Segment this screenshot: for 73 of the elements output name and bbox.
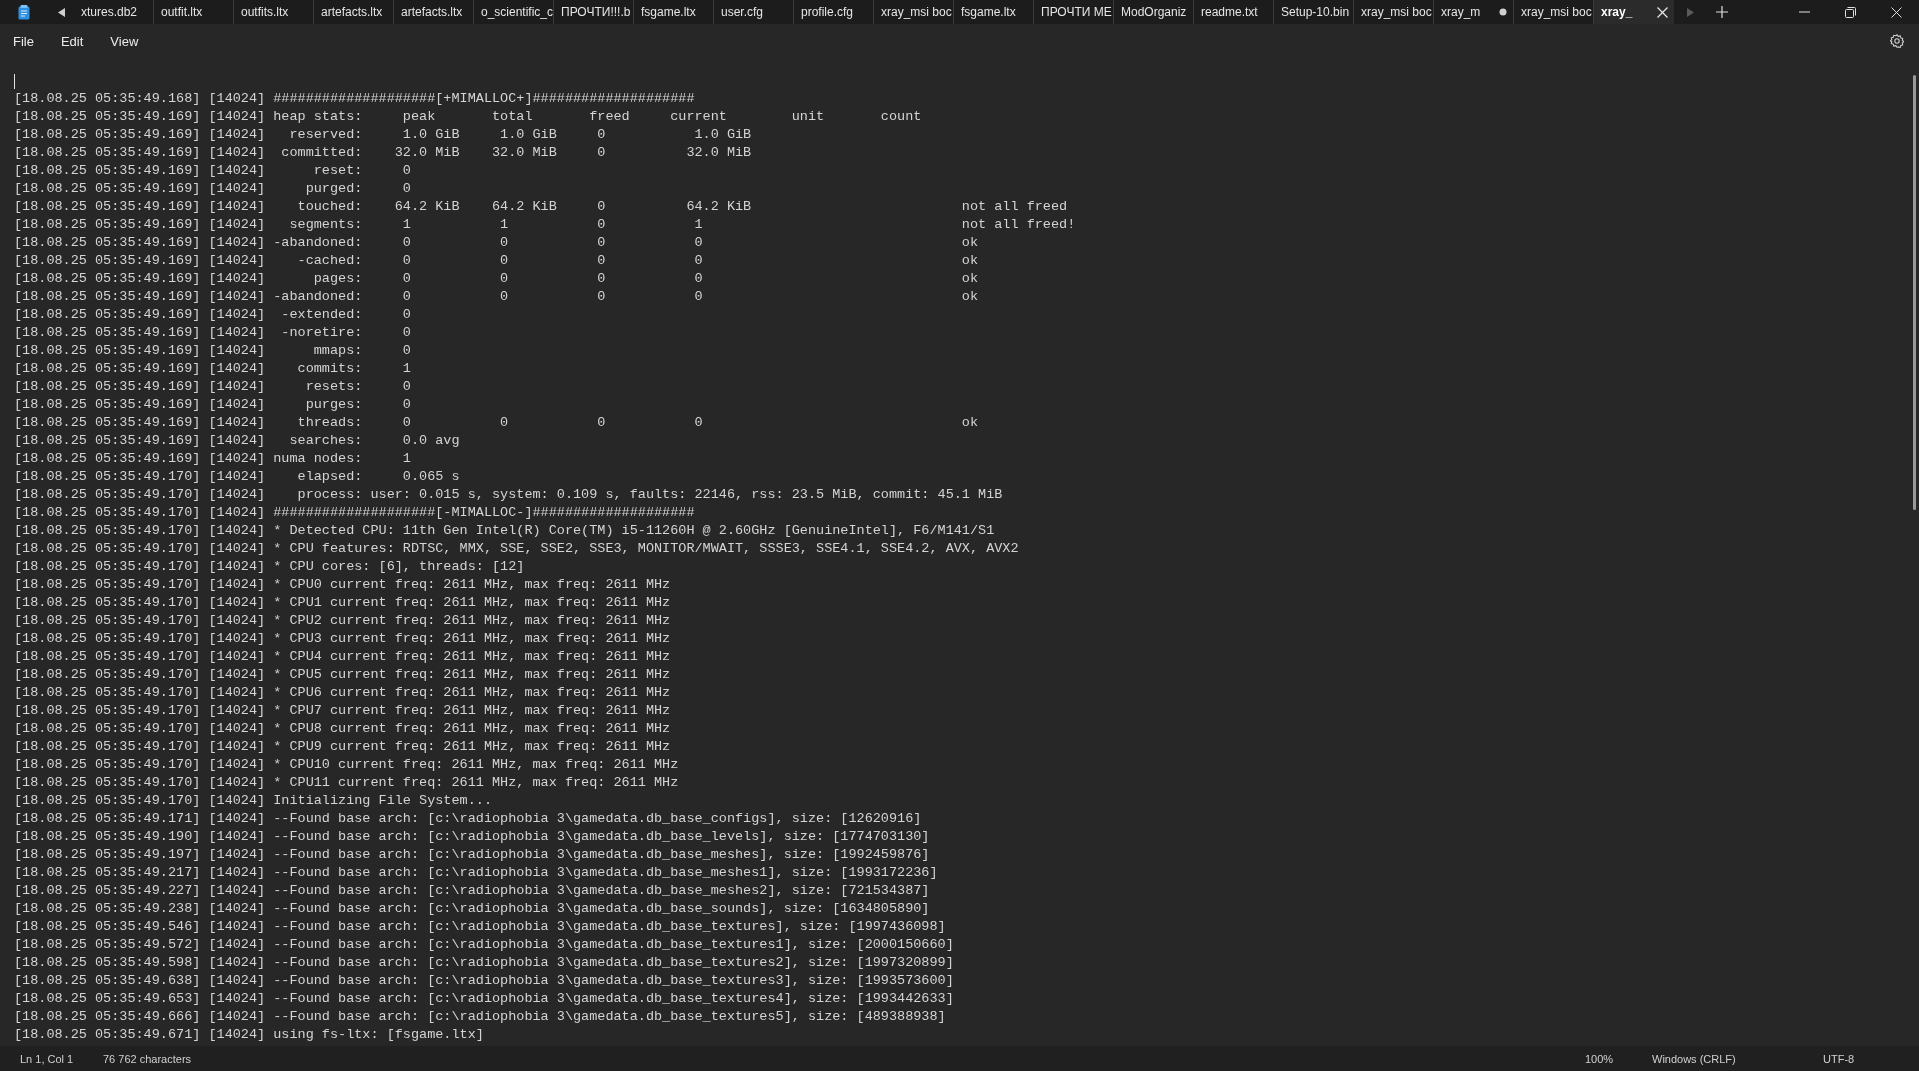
log-line: [18.08.25 05:35:49.169] [14024] heap stats: peak total freed current unit count xyxy=(14,108,922,126)
log-line: [18.08.25 05:35:49.169] [14024] reset: 0 xyxy=(14,162,411,180)
log-line: [18.08.25 05:35:49.170] [14024] ####################[-MIMALLOC-]#################### xyxy=(14,504,695,522)
log-line: [18.08.25 05:35:49.170] [14024] elapsed: 0.065 s xyxy=(14,468,460,486)
log-line: [18.08.25 05:35:49.169] [14024] -abandoned: 0 0 0 0 ok xyxy=(14,288,979,306)
log-line: [18.08.25 05:35:49.169] [14024] -extended: 0 xyxy=(14,306,411,324)
minimize-icon[interactable] xyxy=(1798,11,1810,13)
log-line: [18.08.25 05:35:49.653] [14024] --Found base arch: [c:\radiophobia 3\gamedata.db_base_textures4], size: [1993442633] xyxy=(14,990,954,1008)
log-line: [18.08.25 05:35:49.169] [14024] mmaps: 0 xyxy=(14,342,411,360)
log-line: [18.08.25 05:35:49.169] [14024] threads: 0 0 0 0 ok xyxy=(14,414,979,432)
close-icon[interactable] xyxy=(1657,6,1668,18)
log-line: [18.08.25 05:35:49.169] [14024] touched: 64.2 KiB 64.2 KiB 0 64.2 KiB not all freed xyxy=(14,198,1068,216)
scroll-left-icon[interactable] xyxy=(57,7,65,17)
log-line: [18.08.25 05:35:49.169] [14024] -cached: 0 0 0 0 ok xyxy=(14,252,979,270)
log-line: [18.08.25 05:35:49.169] [14024] searches: 0.0 avg xyxy=(14,432,460,450)
log-line: [18.08.25 05:35:49.170] [14024] * CPU5 current freq: 2611 MHz, max freq: 2611 MHz xyxy=(14,666,671,684)
log-line: [18.08.25 05:35:49.190] [14024] --Found base arch: [c:\radiophobia 3\gamedata.db_base_levels], size: [1774703130] xyxy=(14,828,930,846)
log-line: [18.08.25 05:35:49.546] [14024] --Found base arch: [c:\radiophobia 3\gamedata.db_base_textures], size: [1997436098] xyxy=(14,918,946,936)
settings-icon[interactable] xyxy=(1890,34,1904,48)
text-cursor xyxy=(14,73,15,89)
log-line: [18.08.25 05:35:49.169] [14024] numa nodes: 1 xyxy=(14,450,411,468)
log-line: [18.08.25 05:35:49.169] [14024] commits: 1 xyxy=(14,360,411,378)
log-line: [18.08.25 05:35:49.169] [14024] -noretire: 0 xyxy=(14,324,411,342)
zoom-level: 100% xyxy=(1585,1052,1615,1065)
log-line: [18.08.25 05:35:49.666] [14024] --Found base arch: [c:\radiophobia 3\gamedata.db_base_textures5], size: [489388938] xyxy=(14,1008,946,1026)
close-icon[interactable] xyxy=(1890,6,1902,18)
log-line: [18.08.25 05:35:49.170] [14024] * CPU3 current freq: 2611 MHz, max freq: 2611 MHz xyxy=(14,630,671,648)
menu-item[interactable]: Edit xyxy=(51,29,93,53)
scrollbar-thumb[interactable] xyxy=(1913,75,1916,510)
menu-item[interactable]: View xyxy=(101,29,148,53)
log-line: [18.08.25 05:35:49.169] [14024] resets: 0 xyxy=(14,378,411,396)
log-line: [18.08.25 05:35:49.169] [14024] reserved: 1.0 GiB 1.0 GiB 0 1.0 GiB xyxy=(14,126,752,144)
restore-icon[interactable] xyxy=(1844,6,1856,18)
log-line: [18.08.25 05:35:49.170] [14024] * CPU0 current freq: 2611 MHz, max freq: 2611 MHz xyxy=(14,576,671,594)
log-line: [18.08.25 05:35:49.572] [14024] --Found base arch: [c:\radiophobia 3\gamedata.db_base_textures1], size: [2000150660] xyxy=(14,936,954,954)
log-line: [18.08.25 05:35:49.169] [14024] committed: 32.0 MiB 32.0 MiB 0 32.0 MiB xyxy=(14,144,752,162)
notepad-icon[interactable] xyxy=(18,4,30,20)
log-line: [18.08.25 05:35:49.170] [14024] * CPU11 current freq: 2611 MHz, max freq: 2611 MHz xyxy=(14,774,679,792)
log-line: [18.08.25 05:35:49.170] [14024] * CPU10 current freq: 2611 MHz, max freq: 2611 MHz xyxy=(14,756,679,774)
scroll-right-icon[interactable] xyxy=(1686,7,1694,17)
log-line: [18.08.25 05:35:49.170] [14024] * CPU7 current freq: 2611 MHz, max freq: 2611 MHz xyxy=(14,702,671,720)
menu-item[interactable]: File xyxy=(4,29,43,53)
log-line: [18.08.25 05:35:49.638] [14024] --Found base arch: [c:\radiophobia 3\gamedata.db_base_textures3], size: [1993573600] xyxy=(14,972,954,990)
log-line: [18.08.25 05:35:49.170] [14024] * CPU6 current freq: 2611 MHz, max freq: 2611 MHz xyxy=(14,684,671,702)
log-line: [18.08.25 05:35:49.671] [14024] using fs-ltx: [fsgame.ltx] xyxy=(14,1026,484,1044)
log-line: [18.08.25 05:35:49.170] [14024] * CPU2 current freq: 2611 MHz, max freq: 2611 MHz xyxy=(14,612,671,630)
log-line: [18.08.25 05:35:49.169] [14024] purged: 0 xyxy=(14,180,411,198)
log-line: [18.08.25 05:35:49.169] [14024] purges: 0 xyxy=(14,396,411,414)
log-line: [18.08.25 05:35:49.170] [14024] * CPU8 current freq: 2611 MHz, max freq: 2611 MHz xyxy=(14,720,671,738)
log-line: [18.08.25 05:35:49.227] [14024] --Found base arch: [c:\radiophobia 3\gamedata.db_base_meshes2], size: [721534387] xyxy=(14,882,930,900)
character-count: 76 762 characters xyxy=(103,1052,192,1065)
encoding: UTF-8 xyxy=(1823,1052,1856,1065)
log-line: [18.08.25 05:35:49.217] [14024] --Found base arch: [c:\radiophobia 3\gamedata.db_base_meshes1], size: [1993172236] xyxy=(14,864,938,882)
log-line: [18.08.25 05:35:49.169] [14024] pages: 0 0 0 0 ok xyxy=(14,270,979,288)
log-line: [18.08.25 05:35:49.598] [14024] --Found base arch: [c:\radiophobia 3\gamedata.db_base_textures2], size: [1997320899] xyxy=(14,954,954,972)
log-line: [18.08.25 05:35:49.168] [14024] ####################[+MIMALLOC+]#################### xyxy=(14,90,695,108)
log-line: [18.08.25 05:35:49.169] [14024] -abandoned: 0 0 0 0 ok xyxy=(14,234,979,252)
log-line: [18.08.25 05:35:49.169] [14024] segments: 1 1 0 1 not all freed! xyxy=(14,216,1076,234)
log-line: [18.08.25 05:35:49.170] [14024] * CPU cores: [6], threads: [12] xyxy=(14,558,525,576)
log-line: [18.08.25 05:35:49.170] [14024] process: user: 0.015 s, system: 0.109 s, faults: 22146, rss: 23.5 MiB, commit: 45.1 MiB xyxy=(14,486,1003,504)
log-line: [18.08.25 05:35:49.170] [14024] * CPU4 current freq: 2611 MHz, max freq: 2611 MHz xyxy=(14,648,671,666)
log-line: [18.08.25 05:35:49.238] [14024] --Found base arch: [c:\radiophobia 3\gamedata.db_base_sounds], size: [1634805890] xyxy=(14,900,930,918)
log-line: [18.08.25 05:35:49.170] [14024] * Detected CPU: 11th Gen Intel(R) Core(TM) i5-11260H @ 2.60GHz [GenuineIntel], F6/M141/S1 xyxy=(14,522,995,540)
log-line: [18.08.25 05:35:49.170] [14024] Initializing File System... xyxy=(14,792,492,810)
log-line: [18.08.25 05:35:49.170] [14024] * CPU features: RDTSC, MMX, SSE, SSE2, SSE3, MONITOR/MWAIT, SSSE3, SSE4.1, SSE4.2, AVX, AVX2 xyxy=(14,540,1019,558)
line-ending: Windows (CRLF) xyxy=(1652,1052,1737,1065)
cursor-position: Ln 1, Col 1 xyxy=(20,1052,75,1065)
log-line: [18.08.25 05:35:49.171] [14024] --Found base arch: [c:\radiophobia 3\gamedata.db_base_configs], size: [12620916] xyxy=(14,810,922,828)
log-line: [18.08.25 05:35:49.170] [14024] * CPU1 current freq: 2611 MHz, max freq: 2611 MHz xyxy=(14,594,671,612)
tab[interactable]: xray_ xyxy=(1594,0,1674,24)
log-line: [18.08.25 05:35:49.197] [14024] --Found base arch: [c:\radiophobia 3\gamedata.db_base_meshes], size: [1992459876] xyxy=(14,846,930,864)
log-line: [18.08.25 05:35:49.170] [14024] * CPU9 current freq: 2611 MHz, max freq: 2611 MHz xyxy=(14,738,671,756)
add-tab-icon[interactable] xyxy=(1716,6,1728,18)
